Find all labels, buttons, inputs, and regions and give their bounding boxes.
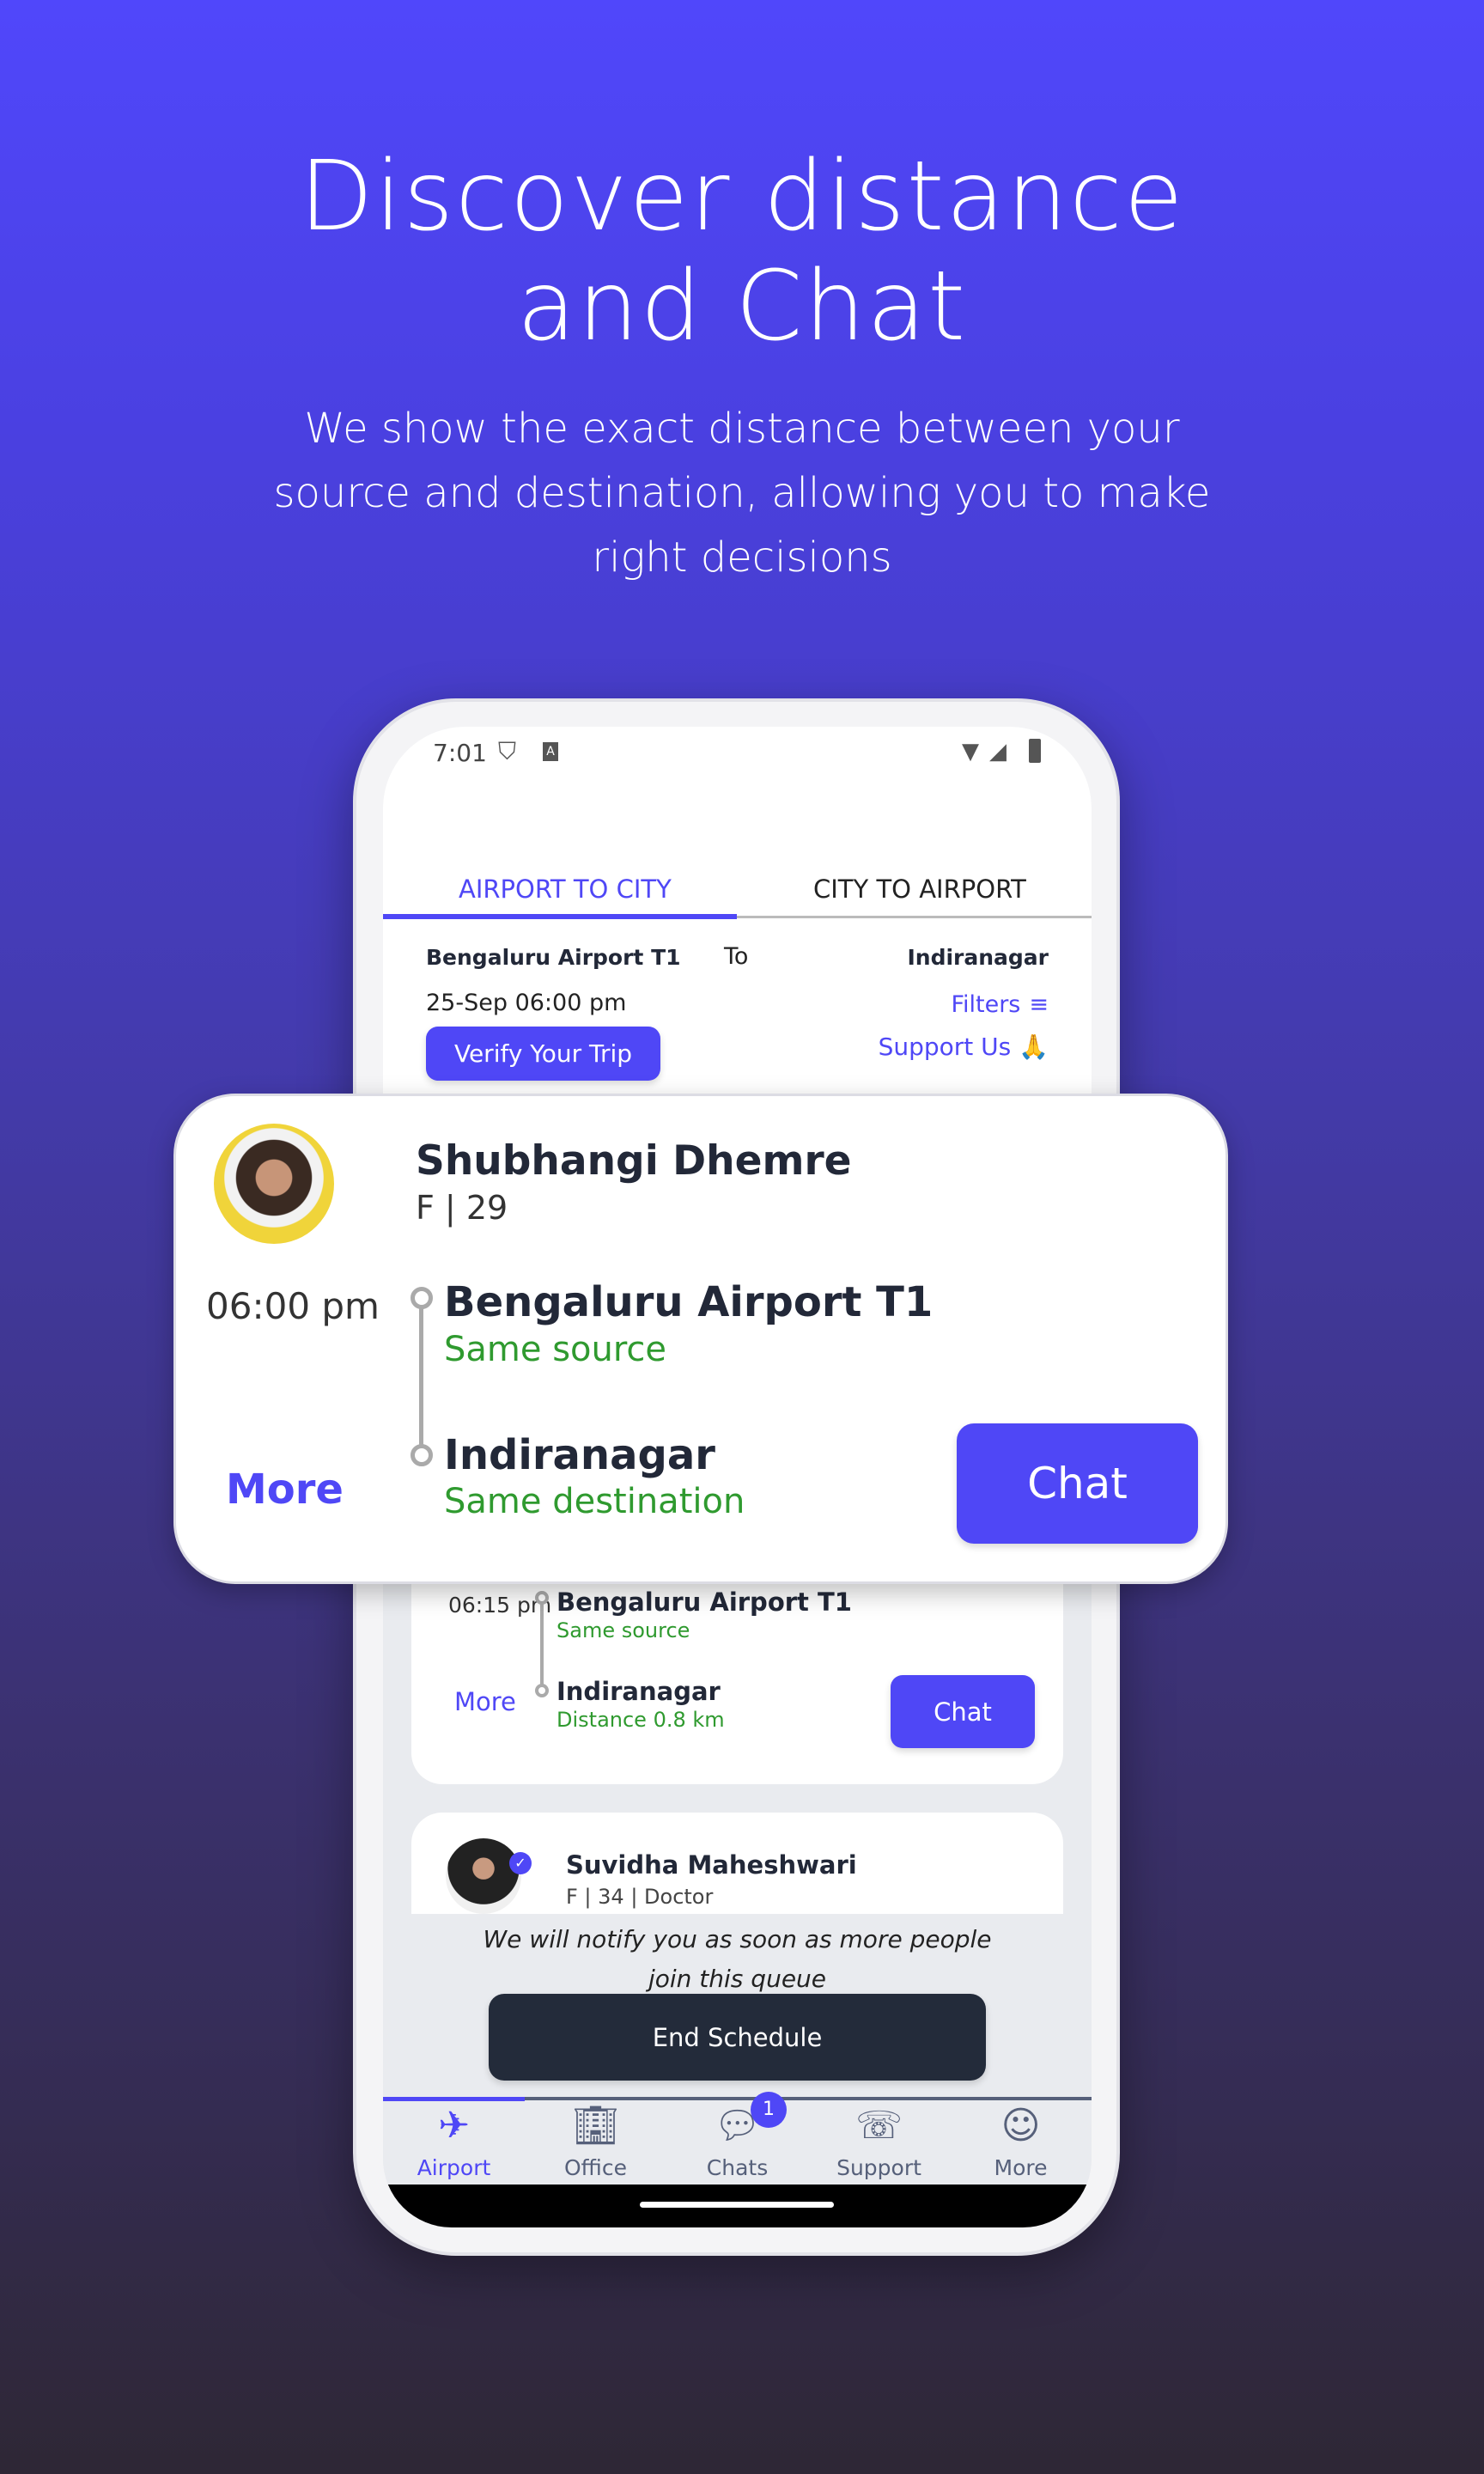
nav-office[interactable]: 🏢︎ Office <box>525 2100 666 2180</box>
avatar <box>214 1124 334 1244</box>
match-name: Suvidha Maheshwari <box>566 1850 857 1880</box>
tab-city-to-airport[interactable]: CITY TO AIRPORT <box>813 874 1026 904</box>
support-us-link[interactable]: Support Us 🙏 <box>879 1033 1049 1061</box>
nav-office-label: Office <box>564 2155 627 2180</box>
featured-destination: Indiranagar <box>444 1431 715 1479</box>
hero-title: Discover distance and Chat <box>0 142 1484 362</box>
nav-airport[interactable]: ✈ Airport <box>383 2100 525 2180</box>
nav-support-label: Support <box>836 2155 921 2180</box>
trip-destination: Indiranagar <box>907 945 1049 970</box>
hero-subtitle-line1: We show the exact distance between your <box>304 405 1180 453</box>
headset-icon: ☏ <box>855 2104 903 2148</box>
signal-icon: ◢ <box>989 739 1007 765</box>
nav-more[interactable]: ☺ More <box>950 2100 1092 2180</box>
source-dot <box>411 1287 433 1309</box>
chat-bubble-icon: 💬︎ <box>713 2104 762 2148</box>
destination-dot <box>411 1444 433 1466</box>
accessibility-icon: A <box>543 742 558 761</box>
verified-check-icon: ✓ <box>509 1852 532 1874</box>
tab-airport-to-city[interactable]: AIRPORT TO CITY <box>459 874 672 904</box>
filters-label: Filters <box>951 991 1021 1018</box>
wifi-icon: ▼ <box>962 739 979 765</box>
featured-source-note: Same source <box>444 1330 667 1369</box>
match-source: Bengaluru Airport T1 <box>556 1587 852 1617</box>
trip-source: Bengaluru Airport T1 <box>426 945 681 970</box>
direction-tabs: AIRPORT TO CITY CITY TO AIRPORT <box>383 847 1092 921</box>
avatar <box>446 1838 521 1914</box>
battery-icon <box>1029 739 1041 763</box>
match-card-2: ✓ Suvidha Maheshwari F | 34 | Doctor <box>411 1813 1063 1914</box>
chats-badge: 1 <box>751 2092 787 2128</box>
hero-subtitle-line2: source and destination, allowing you to … <box>273 469 1211 517</box>
building-icon: 🏢︎ <box>571 2104 620 2148</box>
filters-button[interactable]: Filters ≡ <box>951 991 1049 1018</box>
verify-trip-button[interactable]: Verify Your Trip <box>426 1027 660 1081</box>
airplane-icon: ✈ <box>438 2104 470 2148</box>
trip-datetime: 25-Sep 06:00 pm <box>426 990 627 1016</box>
status-bar: 7:01 ⛉ A ▼ ◢ <box>383 727 1092 847</box>
featured-meta: F | 29 <box>416 1189 508 1227</box>
notice-line1: We will notify you as soon as more peopl… <box>483 1925 992 1953</box>
hero-title-line1: Discover distance <box>299 141 1185 253</box>
match-meta: F | 34 | Doctor <box>566 1885 714 1909</box>
trip-to-label: To <box>724 943 749 970</box>
route-line <box>540 1600 544 1690</box>
featured-time: 06:00 pm <box>206 1285 380 1327</box>
status-time: 7:01 <box>433 739 487 767</box>
queue-notice: We will notify you as soon as more peopl… <box>383 1920 1092 1999</box>
featured-name: Shubhangi Dhemre <box>416 1137 852 1185</box>
shield-icon: ⛉ <box>498 737 517 765</box>
smile-icon: ☺ <box>1000 2104 1041 2148</box>
match-chat-button[interactable]: Chat <box>891 1675 1035 1748</box>
nav-more-label: More <box>994 2155 1048 2180</box>
filter-icon: ≡ <box>1029 991 1049 1018</box>
active-tab-indicator <box>383 914 737 919</box>
home-indicator[interactable] <box>640 2202 834 2208</box>
hero-subtitle: We show the exact distance between your … <box>258 397 1226 590</box>
hero-subtitle-line3: right decisions <box>592 533 892 582</box>
featured-chat-button[interactable]: Chat <box>957 1423 1198 1544</box>
nav-chats[interactable]: 💬︎ 1 Chats <box>666 2092 808 2180</box>
destination-dot <box>535 1684 549 1697</box>
match-more-link[interactable]: More <box>454 1687 516 1716</box>
hero-title-line2: and Chat <box>516 251 968 363</box>
featured-source: Bengaluru Airport T1 <box>444 1278 934 1326</box>
nav-airport-label: Airport <box>417 2155 491 2180</box>
featured-match-card: Shubhangi Dhemre F | 29 06:00 pm Bengalu… <box>173 1094 1228 1584</box>
match-distance: Distance 0.8 km <box>556 1708 725 1732</box>
bottom-nav: ✈ Airport 🏢︎ Office 💬︎ 1 Chats ☏ Support… <box>383 2092 1092 2185</box>
featured-destination-note: Same destination <box>444 1482 745 1521</box>
end-schedule-button[interactable]: End Schedule <box>489 1994 986 2081</box>
nav-support[interactable]: ☏ Support <box>808 2100 950 2180</box>
route-line <box>419 1302 423 1455</box>
gesture-bar <box>383 2185 1092 2227</box>
match-source-note: Same source <box>556 1618 690 1642</box>
source-dot <box>535 1591 549 1605</box>
nav-chats-label: Chats <box>706 2155 769 2180</box>
match-destination: Indiranagar <box>556 1677 721 1706</box>
featured-more-link[interactable]: More <box>226 1466 344 1514</box>
